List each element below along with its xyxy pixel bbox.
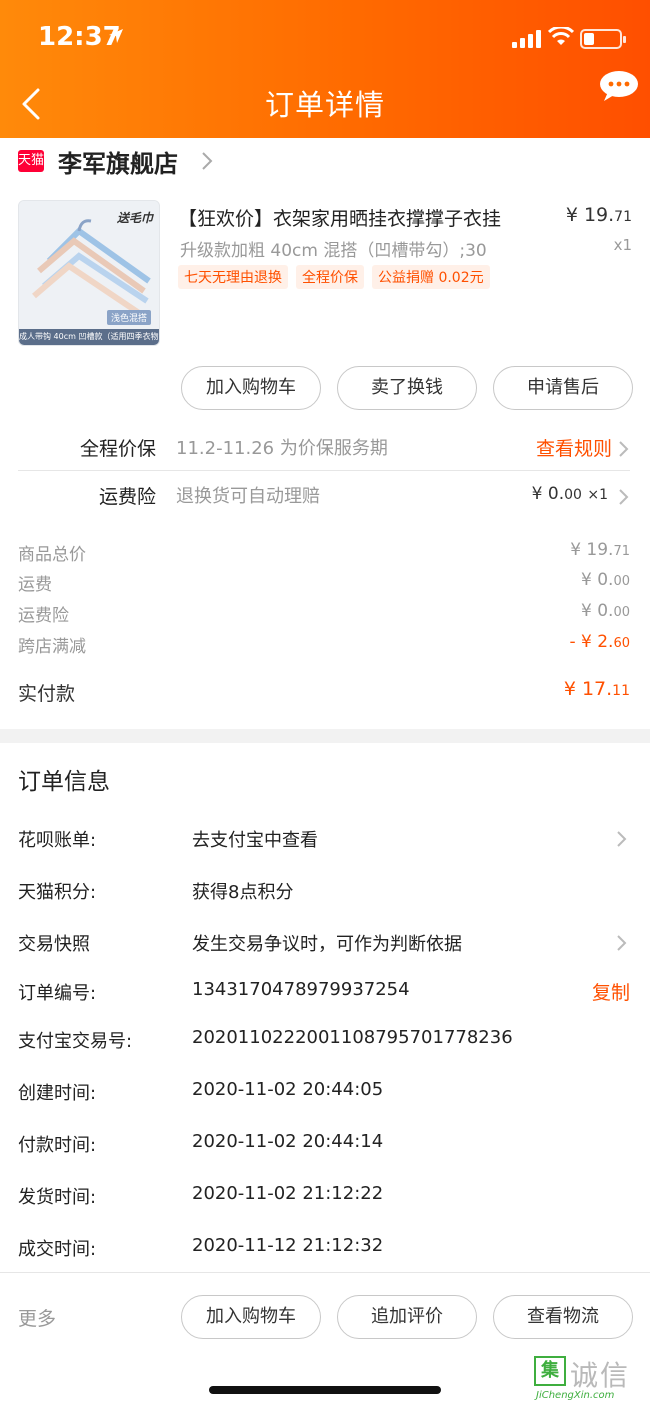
location-arrow-icon: [109, 29, 123, 43]
insurance-fee-value: ¥ 0.00: [581, 601, 630, 621]
shop-row[interactable]: 天猫 李军旗舰店: [0, 138, 650, 184]
snapshot-link[interactable]: 发生交易争议时，可作为判断依据: [192, 930, 462, 956]
discount-value: - ¥ 2.60: [569, 632, 630, 652]
view-rules-link[interactable]: 查看规则: [536, 434, 612, 461]
watermark-logo: 集: [534, 1356, 566, 1386]
service-tag: 公益捐赠 0.02元: [372, 265, 490, 289]
image-promo-tag: 送毛巾: [116, 211, 153, 225]
copy-button[interactable]: 复制: [592, 978, 630, 1005]
home-indicator: [209, 1386, 441, 1394]
add-to-cart-button[interactable]: 加入购物车: [181, 366, 321, 410]
add-review-button[interactable]: 追加评价: [337, 1295, 477, 1339]
alipay-number-label: 支付宝交易号:: [18, 1031, 133, 1052]
product-spec: 升级款加粗 40cm 混搭（凹槽带勾）;30: [180, 241, 487, 261]
goods-total-value: ¥ 19.71: [570, 540, 630, 560]
message-bubble-icon[interactable]: [598, 70, 640, 106]
divider: [18, 470, 630, 471]
shipping-insurance-label: 运费险: [98, 486, 156, 508]
product-price: ¥ 19.71: [565, 204, 632, 226]
product-title[interactable]: 【狂欢价】衣架家用晒挂衣撑撑子衣挂: [178, 204, 550, 231]
service-tags: 七天无理由退换 全程价保 公益捐赠 0.02元: [178, 265, 490, 289]
service-tag: 全程价保: [296, 265, 364, 289]
chevron-right-icon: [619, 489, 629, 505]
goods-total-label: 商品总价: [18, 545, 86, 565]
chevron-right-icon[interactable]: [616, 934, 628, 952]
product-image[interactable]: 送毛巾 浅色混搭 成人带钩 40cm 凹槽款（适用四季衣物）: [18, 200, 160, 346]
shop-name[interactable]: 李军旗舰店: [58, 144, 178, 179]
signal-icon: [512, 30, 541, 48]
chevron-right-icon: [619, 441, 629, 457]
nav-header: 12:37 订单详情: [0, 0, 650, 138]
snapshot-label: 交易快照: [18, 934, 90, 955]
price-protection-label: 全程价保: [79, 438, 156, 460]
image-color-tag: 浅色混搭: [106, 310, 151, 325]
chevron-right-icon: [202, 152, 213, 170]
price-protection-period: 11.2-11.26 为价保服务期: [176, 438, 388, 459]
paid-label: 实付款: [18, 683, 76, 705]
resell-button[interactable]: 卖了换钱: [337, 366, 477, 410]
chevron-right-icon[interactable]: [616, 830, 628, 848]
paid-time-label: 付款时间:: [18, 1135, 97, 1156]
wifi-icon: [548, 27, 574, 45]
order-info-title: 订单信息: [18, 769, 110, 795]
shipping-insurance-row[interactable]: 运费险 退换货可自动理赔 ¥ 0.00 ×1: [18, 482, 632, 510]
shipping-insurance-desc: 退换货可自动理赔: [176, 486, 320, 507]
created-time-label: 创建时间:: [18, 1083, 97, 1104]
watermark-text: 诚信: [570, 1359, 631, 1392]
shipping-fee-label: 运费: [18, 575, 52, 595]
points-value: 获得8点积分: [192, 882, 294, 903]
discount-label: 跨店满减: [18, 637, 86, 657]
page-title: 订单详情: [264, 88, 385, 122]
section-gap: [0, 729, 650, 743]
huabei-link[interactable]: 去支付宝中查看: [192, 826, 318, 852]
bottom-bar-divider: [0, 1272, 650, 1273]
image-caption: 成人带钩 40cm 凹槽款（适用四季衣物）: [19, 329, 159, 345]
insurance-fee-label: 运费险: [18, 606, 69, 626]
closed-time-value: 2020-11-12 21:12:32: [192, 1235, 384, 1256]
after-sale-button[interactable]: 申请售后: [493, 366, 633, 410]
closed-time-label: 成交时间:: [18, 1239, 97, 1260]
price-protection-row[interactable]: 全程价保 11.2-11.26 为价保服务期 查看规则: [18, 434, 632, 462]
tmall-badge: 天猫: [18, 150, 44, 172]
watermark: 集 诚信 JiChengXin.com: [530, 1352, 648, 1404]
paid-value: ¥ 17.11: [563, 678, 630, 700]
points-label: 天猫积分:: [18, 882, 97, 903]
shipped-time-value: 2020-11-02 21:12:22: [192, 1183, 384, 1204]
product-quantity: x1: [613, 236, 632, 254]
alipay-number-value: 2020110222001108795701778236: [192, 1027, 513, 1048]
order-number-value: 1343170478979937254: [192, 979, 410, 1000]
view-logistics-button[interactable]: 查看物流: [493, 1295, 633, 1339]
shipping-fee-value: ¥ 0.00: [581, 570, 630, 590]
bottom-add-to-cart-button[interactable]: 加入购物车: [181, 1295, 321, 1339]
paid-time-value: 2020-11-02 20:44:14: [192, 1131, 384, 1152]
watermark-url: JiChengXin.com: [536, 1390, 615, 1401]
created-time-value: 2020-11-02 20:44:05: [192, 1079, 384, 1100]
huabei-label: 花呗账单:: [18, 830, 97, 851]
battery-icon: [580, 29, 626, 49]
shipped-time-label: 发货时间:: [18, 1187, 97, 1208]
more-button[interactable]: 更多: [18, 1304, 56, 1331]
order-number-label: 订单编号:: [18, 983, 97, 1004]
service-tag: 七天无理由退换: [178, 265, 288, 289]
shipping-insurance-amount: ¥ 0.00 ×1: [531, 484, 608, 504]
